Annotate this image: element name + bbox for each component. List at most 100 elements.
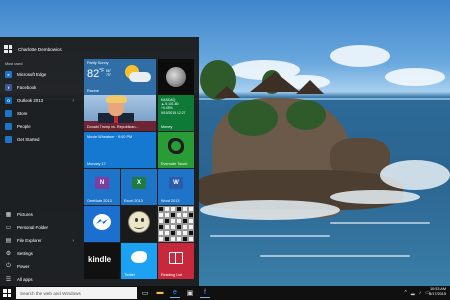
wave-foam xyxy=(380,160,450,190)
item-label: Microsoft Edge xyxy=(17,72,47,77)
onenote-tile-name: OneNote 2013 xyxy=(87,199,112,203)
file-explorer-icon: ▤ xyxy=(5,238,12,244)
calendar-date: Monday 17 xyxy=(87,162,106,166)
weather-condition: Partly Sunny xyxy=(87,61,109,65)
item-label: Facebook xyxy=(17,85,37,90)
twitter-tile[interactable]: Twitter xyxy=(121,243,157,279)
word-tile[interactable]: W Word 2013 xyxy=(158,169,194,205)
excel-icon: X xyxy=(132,177,146,189)
app-item-facebook[interactable]: f Facebook xyxy=(0,81,82,94)
onenote-tile[interactable]: N OneNote 2013 xyxy=(84,169,120,205)
messenger-tile[interactable] xyxy=(84,206,120,242)
money-tile-name: Money xyxy=(161,125,173,129)
get-started-icon xyxy=(5,136,12,143)
kindle-tile[interactable]: kindle xyxy=(84,243,120,279)
search-input[interactable]: Search the web and Windows xyxy=(16,287,137,299)
pictures-icon: ▦ xyxy=(5,212,12,218)
item-label: Outlook 2013 xyxy=(17,98,44,103)
word-icon: W xyxy=(169,177,183,189)
word-tile-name: Word 2013 xyxy=(161,199,180,203)
news-tile[interactable]: Donald Trump vs. Republican... xyxy=(84,95,156,131)
file-explorer-taskbar-icon[interactable]: ▬ xyxy=(155,288,165,298)
money-tile[interactable]: NASDAQ ▲ 5,101.80 +0.45% 9/19/2015 12:27… xyxy=(158,95,194,131)
nyt-crossword-tile[interactable] xyxy=(158,206,194,242)
emoji-tile[interactable] xyxy=(121,206,157,242)
photos-tile[interactable] xyxy=(158,59,194,95)
app-item-microsoft-edge[interactable]: e Microsoft Edge xyxy=(0,68,82,81)
wave-foam xyxy=(200,200,340,220)
user-account[interactable]: Charlotte Dembowics xyxy=(4,45,62,54)
app-item-outlook-2013[interactable]: O Outlook 2013 › xyxy=(0,94,82,107)
network-icon[interactable]: ▂ xyxy=(411,290,415,296)
volume-icon[interactable]: ♪ xyxy=(419,290,422,296)
system-places-list: ▦ Pictures ▭ Personal Folder ▤ File Explorer ›… xyxy=(0,208,82,286)
app-item-store[interactable]: Store xyxy=(0,107,82,120)
people-icon xyxy=(5,123,12,130)
item-label: People xyxy=(17,124,31,129)
store-icon xyxy=(5,110,12,117)
kindle-wordmark: kindle xyxy=(88,255,112,264)
weather-high-low: 86° 75° xyxy=(106,69,112,78)
clock-date: 8/17/2015 xyxy=(429,292,446,296)
wave xyxy=(210,235,330,237)
news-photo-hair xyxy=(106,95,127,103)
wave xyxy=(330,222,430,224)
calendar-tile[interactable]: Movie Wheatner · 9:00 PM Monday 17 xyxy=(84,132,156,168)
weather-temperature: 82°F xyxy=(87,68,105,80)
user-name: Charlotte Dembowics xyxy=(18,47,62,52)
messenger-bubble-icon xyxy=(93,214,111,230)
cloud xyxy=(385,68,445,86)
onenote-icon: N xyxy=(95,177,109,189)
edge-icon: e xyxy=(5,71,12,78)
store-taskbar-icon[interactable]: ▣ xyxy=(185,288,195,298)
item-label: Get Started xyxy=(17,137,40,142)
reading-list-tile[interactable]: Reading List xyxy=(158,243,194,279)
start-left-column: Charlotte Dembowics Most used e Microsoft… xyxy=(0,37,82,286)
cloud-icon xyxy=(129,72,151,82)
system-item-personal-folder[interactable]: ▭ Personal Folder xyxy=(0,221,82,234)
weather-tile[interactable]: Partly Sunny 82°F 86° 75° Racine xyxy=(84,59,156,95)
system-tray: ^ ▂ ♪ ▭ xyxy=(405,288,430,298)
system-item-settings[interactable]: ⚙ Settings xyxy=(0,247,82,260)
chevron-right-icon[interactable]: › xyxy=(72,238,74,244)
smiley-eye xyxy=(135,218,138,222)
chevron-up-icon[interactable]: ^ xyxy=(405,290,407,296)
twitter-bird-icon xyxy=(131,251,147,263)
cloud xyxy=(330,45,390,67)
system-item-power[interactable]: ⏻ Power xyxy=(0,260,82,273)
search-placeholder: Search the web and Windows xyxy=(20,290,81,296)
app-item-people[interactable]: People xyxy=(0,120,82,133)
most-used-list: e Microsoft Edge f Facebook O Outlook 2013 › St… xyxy=(0,68,82,146)
app-item-get-started[interactable]: Get Started xyxy=(0,133,82,146)
start-button[interactable] xyxy=(3,289,11,297)
wave-foam xyxy=(330,190,420,204)
evernote-tile-name: Evernote Touch xyxy=(161,162,188,166)
tree xyxy=(286,100,326,130)
system-item-file-explorer[interactable]: ▤ File Explorer › xyxy=(0,234,82,247)
task-view-icon[interactable]: ▭ xyxy=(140,288,150,298)
system-item-pictures[interactable]: ▦ Pictures xyxy=(0,208,82,221)
item-label: Power xyxy=(17,264,30,269)
moon-icon xyxy=(166,67,186,87)
book-icon xyxy=(169,252,183,264)
reading-list-tile-name: Reading List xyxy=(161,273,183,277)
gear-icon: ⚙ xyxy=(5,251,12,257)
smiley-mouth xyxy=(134,224,144,229)
facebook-taskbar-icon[interactable]: f xyxy=(200,288,210,298)
evernote-tile[interactable]: Evernote Touch xyxy=(158,132,194,168)
taskbar-clock[interactable]: 10:53 AM 8/17/2015 xyxy=(429,287,446,297)
news-headline: Donald Trump vs. Republican... xyxy=(87,125,139,129)
excel-tile[interactable]: X Excel 2013 xyxy=(121,169,157,205)
excel-tile-name: Excel 2013 xyxy=(124,199,143,203)
chevron-right-icon[interactable]: › xyxy=(72,98,74,104)
edge-taskbar-icon[interactable]: e xyxy=(170,288,180,298)
power-icon: ⏻ xyxy=(6,263,11,269)
all-apps-icon: ☰ xyxy=(5,277,12,283)
twitter-tile-name: Twitter xyxy=(124,273,136,277)
wave xyxy=(260,255,410,257)
taskbar: Search the web and Windows ▭ ▬ e ▣ f ^ ▂… xyxy=(0,286,450,300)
item-label: Pictures xyxy=(17,212,33,217)
user-icon xyxy=(4,45,13,54)
system-item-all-apps[interactable]: ☰ All apps xyxy=(0,273,82,286)
money-ticker: NASDAQ ▲ 5,101.80 +0.45% 9/19/2015 12:27 xyxy=(161,98,186,115)
